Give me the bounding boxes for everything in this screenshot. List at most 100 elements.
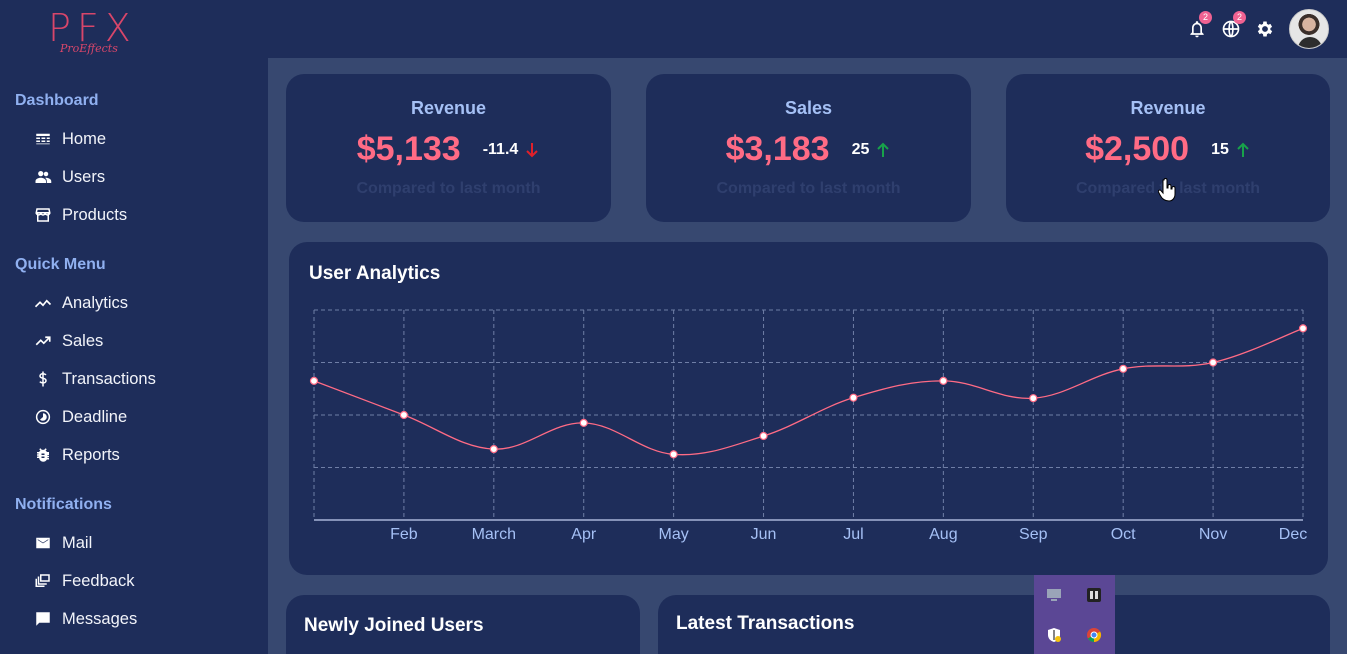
sidebar-section-notifications: Notifications: [15, 496, 112, 513]
mail-icon: [36, 537, 50, 549]
gear-icon: [1257, 21, 1273, 37]
data-point: [669, 450, 678, 459]
data-point: [759, 431, 768, 441]
sidebar-item-label: Messages: [62, 609, 138, 628]
panel-title: Newly Joined Users: [304, 615, 484, 636]
data-point: [1119, 364, 1128, 373]
language-button[interactable]: 2: [1219, 11, 1246, 41]
line-chart-icon: [34, 299, 52, 308]
top-icons: 2 2: [1175, 9, 1329, 49]
new-users-panel: Newly Joined Users: [286, 595, 640, 654]
stat-value: $3,183: [725, 130, 830, 168]
sidebar-item-feedback[interactable]: Feedback: [34, 569, 134, 593]
sidebar-item-label: Transactions: [62, 369, 156, 388]
x-tick-label: March: [472, 526, 516, 543]
sidebar-item-transactions[interactable]: Transactions: [34, 367, 156, 391]
sidebar-section-dashboard: Dashboard: [15, 92, 99, 109]
arrow-up-icon: [1237, 142, 1249, 157]
sidebar-item-label: Deadline: [62, 407, 128, 426]
arrow-up-icon: [877, 142, 890, 157]
home-icon: [36, 133, 50, 145]
sidebar-item-label: Mail: [62, 533, 93, 552]
stat-title: Revenue: [1130, 98, 1206, 118]
sidebar-item-analytics[interactable]: Analytics: [34, 291, 128, 315]
shield-icon[interactable]: [1046, 627, 1062, 643]
stat-delta: 15: [1211, 140, 1229, 158]
data-point: [399, 410, 409, 420]
x-tick-label: Sep: [1019, 526, 1048, 543]
x-tick-label: Nov: [1199, 526, 1227, 543]
sidebar-item-home[interactable]: Home: [34, 127, 106, 151]
settings-button[interactable]: [1253, 17, 1277, 41]
stat-title: Revenue: [410, 98, 487, 118]
data-point: [309, 376, 319, 385]
x-tick-label: Dec: [1279, 526, 1307, 543]
sidebar-item-deadline[interactable]: Deadline: [34, 405, 127, 429]
stat-row: $5,133 -11.4: [286, 130, 611, 169]
sidebar-item-users[interactable]: Users: [34, 165, 105, 189]
top-bar: PFX ProEffects 2 2: [0, 0, 1347, 58]
arrow-down-icon: [526, 142, 539, 157]
data-point: [1029, 394, 1038, 403]
x-tick-label: Feb: [390, 526, 418, 543]
stat-value: $2,500: [1085, 130, 1190, 168]
series-line: [313, 327, 1304, 456]
chrome-icon[interactable]: [1086, 627, 1102, 643]
bug-icon: [37, 448, 49, 462]
app-tray-icon[interactable]: [1086, 587, 1102, 603]
sidebar-item-products[interactable]: Products: [34, 203, 127, 227]
x-tick-label: Jul: [843, 526, 863, 543]
sidebar-item-sales[interactable]: Sales: [34, 329, 103, 353]
data-point: [849, 393, 858, 402]
stat-card-sales: Sales $3,183 25 Compared to last month: [646, 74, 971, 222]
feedback-icon: [35, 574, 50, 587]
sidebar-item-label: Products: [62, 205, 128, 224]
users-icon: [35, 171, 52, 183]
store-icon: [35, 208, 51, 222]
sidebar-item-label: Reports: [62, 445, 120, 464]
user-analytics-chart: Feb March Apr May Jun Jul Aug Sep Oct Nov Dec: [309, 309, 1308, 543]
latest-transactions-panel: Latest Transactions: [658, 595, 1330, 654]
notifications-button[interactable]: 2: [1185, 11, 1212, 41]
sidebar-item-label: Analytics: [62, 293, 129, 312]
sidebar-section-quick-menu: Quick Menu: [15, 256, 106, 273]
data-point: [1208, 358, 1218, 367]
stat-delta: -11.4: [482, 140, 519, 158]
x-tick-label: May: [659, 526, 689, 543]
data-point: [1298, 324, 1308, 333]
stat-card-revenue: Revenue $5,133 -11.4 Compared to last mo…: [286, 74, 611, 222]
stat-value: $5,133: [356, 130, 461, 168]
timelapse-icon: [35, 409, 51, 425]
stat-compare: Compared to last month: [716, 180, 901, 197]
logo-subtext: ProEffects: [60, 42, 118, 55]
sidebar-item-label: Home: [62, 129, 107, 148]
notifications-badge: 2: [1199, 11, 1212, 24]
sidebar-item-label: Sales: [62, 331, 104, 350]
language-badge: 2: [1233, 11, 1246, 24]
stat-compare: Compared to last month: [356, 180, 541, 197]
sidebar-item-label: Users: [62, 167, 106, 186]
x-tick-label: Aug: [929, 526, 957, 543]
message-icon: [36, 612, 50, 626]
stat-row: $3,183 25: [646, 130, 971, 169]
hand-cursor-icon: [1158, 178, 1176, 202]
sidebar: Dashboard Home Users Products Quick Menu…: [0, 58, 268, 654]
dollar-icon: [39, 371, 47, 387]
stat-row: $2,500 15: [1006, 130, 1330, 169]
sidebar-item-mail[interactable]: Mail: [34, 531, 92, 555]
sidebar-item-messages[interactable]: Messages: [34, 607, 137, 631]
data-point: [579, 418, 588, 427]
monitor-icon[interactable]: [1046, 587, 1062, 603]
x-tick-label: Oct: [1111, 526, 1136, 543]
stat-title: Sales: [784, 98, 833, 118]
app-logo[interactable]: PFX ProEffects: [46, 6, 132, 58]
x-tick-label: Apr: [571, 526, 597, 543]
sidebar-item-reports[interactable]: Reports: [34, 443, 120, 467]
system-tray-popup: [1034, 575, 1115, 654]
sidebar-item-label: Feedback: [62, 571, 135, 590]
data-point: [939, 376, 948, 385]
panel-title: Latest Transactions: [676, 613, 855, 634]
x-tick-label: Jun: [751, 526, 777, 543]
user-avatar[interactable]: [1289, 9, 1329, 49]
data-point: [489, 445, 498, 454]
